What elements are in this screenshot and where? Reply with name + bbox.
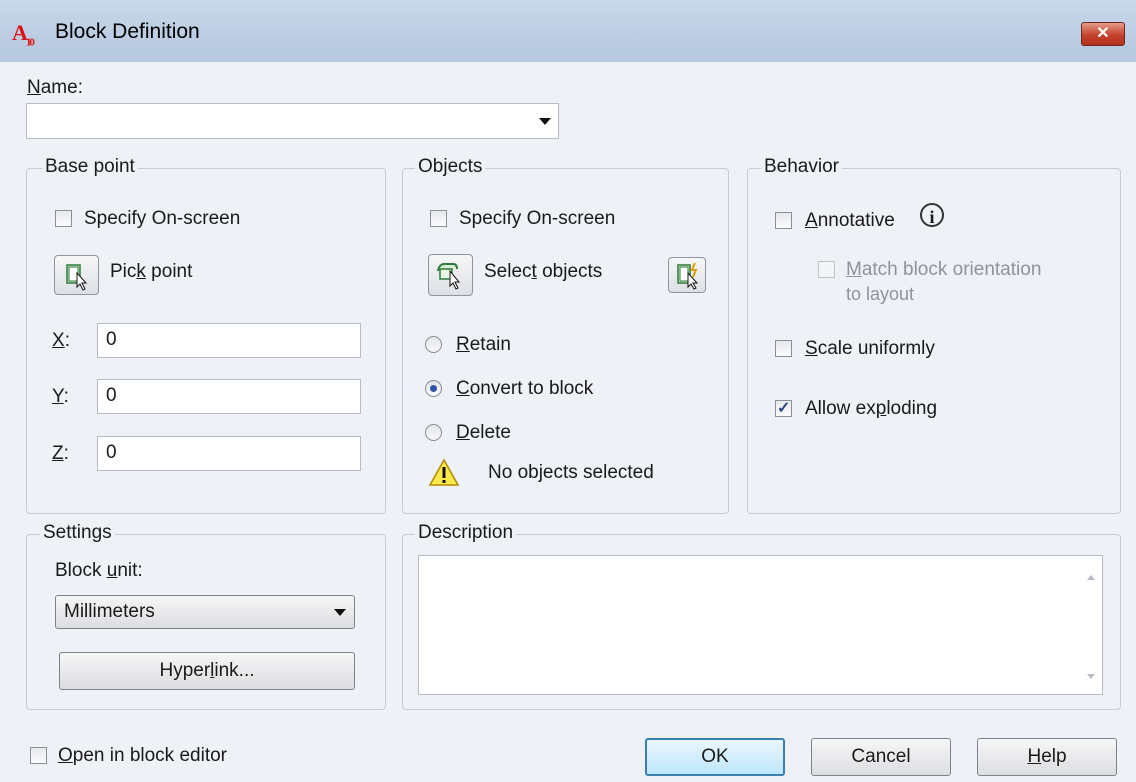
window-title: Block Definition <box>55 20 200 43</box>
block-unit-label: Block unit: <box>55 560 143 581</box>
name-combobox[interactable] <box>26 103 559 139</box>
open-in-block-editor-label: Open in block editor <box>58 745 227 766</box>
quick-select-icon <box>677 262 699 290</box>
match-orientation-checkbox[interactable] <box>818 261 835 278</box>
convert-to-block-label: Convert to block <box>456 378 594 399</box>
open-in-block-editor-checkbox[interactable] <box>30 747 47 764</box>
base-point-specify-checkbox[interactable] <box>55 210 72 227</box>
pick-point-label: Pick point <box>110 261 193 282</box>
scale-uniformly-checkbox[interactable] <box>775 340 792 357</box>
annotative-label: Annotative <box>805 210 895 231</box>
quick-select-button[interactable] <box>668 257 706 293</box>
match-orientation-label-line2: to layout <box>846 284 915 304</box>
title-bar[interactable]: A10 Block Definition ✕ <box>0 0 1136 62</box>
scale-uniformly-label: Scale uniformly <box>805 338 935 359</box>
retain-label: Retain <box>456 334 511 355</box>
close-icon: ✕ <box>1096 25 1110 42</box>
x-label: X: <box>52 330 70 351</box>
chevron-down-icon[interactable] <box>539 118 551 125</box>
checkmark-icon: ✓ <box>777 400 791 417</box>
hyperlink-button[interactable]: Hyperlink... <box>59 652 355 690</box>
y-label: Y: <box>52 386 69 407</box>
close-button[interactable]: ✕ <box>1081 22 1125 46</box>
dialog-body: Name: Base point Specify On-screen Pick … <box>0 62 1136 782</box>
objects-title: Objects <box>415 156 486 178</box>
delete-radio[interactable] <box>425 424 442 441</box>
allow-exploding-checkbox[interactable]: ✓ <box>775 400 792 417</box>
pick-point-icon <box>66 264 88 291</box>
radio-selected-dot <box>430 385 437 392</box>
help-button[interactable]: Help <box>977 738 1117 776</box>
selection-status: No objects selected <box>488 462 654 483</box>
description-title: Description <box>415 522 517 544</box>
settings-title: Settings <box>40 522 115 544</box>
z-label: Z: <box>52 443 69 464</box>
name-label: Name: <box>27 77 83 98</box>
behavior-title: Behavior <box>761 156 842 178</box>
delete-label: Delete <box>456 422 511 443</box>
y-input[interactable]: 0 <box>97 379 361 414</box>
base-point-specify-label: Specify On-screen <box>84 208 241 229</box>
scroll-arrows-icon <box>1087 575 1095 679</box>
autocad-app-icon: A10 <box>12 20 35 49</box>
z-input[interactable]: 0 <box>97 436 361 471</box>
objects-specify-label: Specify On-screen <box>459 208 616 229</box>
select-objects-button[interactable] <box>428 254 473 296</box>
allow-exploding-label: Allow exploding <box>805 398 938 419</box>
base-point-title: Base point <box>42 156 138 178</box>
retain-radio[interactable] <box>425 336 442 353</box>
info-icon[interactable]: i <box>920 203 944 227</box>
ok-button[interactable]: OK <box>645 738 785 776</box>
x-input[interactable]: 0 <box>97 323 361 358</box>
convert-to-block-radio[interactable] <box>425 380 442 397</box>
description-scrollbar[interactable] <box>1080 556 1102 694</box>
block-unit-select[interactable]: Millimeters <box>55 595 355 629</box>
cancel-button[interactable]: Cancel <box>811 738 951 776</box>
select-objects-icon <box>437 262 461 290</box>
annotative-checkbox[interactable] <box>775 212 792 229</box>
warning-icon <box>428 458 460 486</box>
block-unit-value: Millimeters <box>64 601 155 622</box>
chevron-down-icon[interactable] <box>334 609 346 616</box>
objects-specify-checkbox[interactable] <box>430 210 447 227</box>
match-orientation-label: Match block orientation <box>846 259 1042 280</box>
select-objects-label: Select objects <box>484 261 603 282</box>
pick-point-button[interactable] <box>54 255 99 295</box>
description-textarea[interactable] <box>418 555 1103 695</box>
